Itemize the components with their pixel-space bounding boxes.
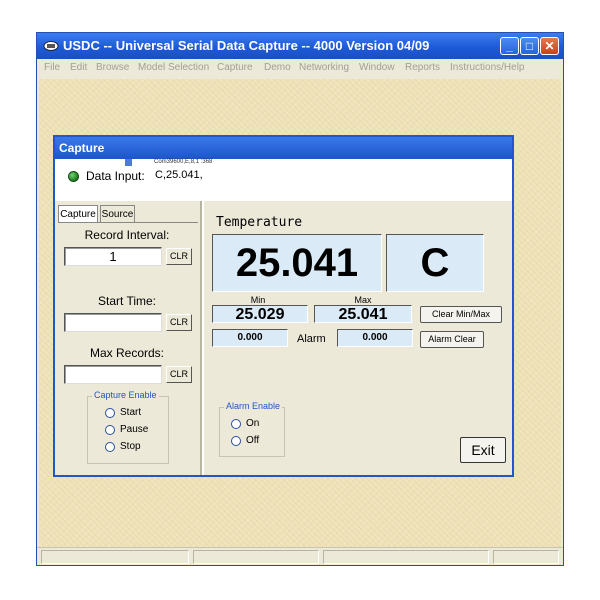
alarm-enable-group: Alarm Enable On Off bbox=[219, 401, 285, 457]
clear-min-max-button[interactable]: Clear Min/Max bbox=[420, 306, 502, 323]
radio-pause[interactable] bbox=[105, 425, 115, 435]
menu-instructions-help[interactable]: Instructions/Help bbox=[450, 62, 524, 73]
radio-alarm-off-label: Off bbox=[246, 435, 260, 446]
client-area: Capture Com39600,E,8,1 :368 Data Input: … bbox=[39, 79, 561, 547]
menu-browse[interactable]: Browse bbox=[96, 62, 129, 73]
radio-alarm-on[interactable] bbox=[231, 419, 241, 429]
menu-model-selection[interactable]: Model Selection bbox=[138, 62, 209, 73]
min-label: Min bbox=[250, 295, 266, 305]
alarm-clear-button[interactable]: Alarm Clear bbox=[420, 331, 484, 348]
data-input-value: C,25.041, bbox=[155, 169, 203, 181]
title-bar[interactable]: USDC -- Universal Serial Data Capture --… bbox=[37, 33, 563, 59]
menu-edit[interactable]: Edit bbox=[70, 62, 87, 73]
data-input-label: Data Input: bbox=[86, 169, 145, 183]
current-value-display: 25.041 bbox=[212, 234, 382, 292]
port-indicator-icon bbox=[125, 159, 132, 166]
capture-enable-title: Capture Enable bbox=[92, 390, 159, 400]
alarm-high-value[interactable]: 0.000 bbox=[337, 329, 413, 347]
main-window: USDC -- Universal Serial Data Capture --… bbox=[36, 32, 564, 566]
tab-source[interactable]: Source bbox=[100, 205, 135, 223]
tab-capture[interactable]: Capture bbox=[58, 205, 98, 223]
max-label: Max bbox=[354, 295, 372, 305]
status-bar bbox=[37, 547, 563, 565]
radio-start-label: Start bbox=[120, 407, 142, 418]
alarm-low-value[interactable]: 0.000 bbox=[212, 329, 288, 347]
max-records-label: Max Records: bbox=[89, 346, 165, 360]
menu-bar: File Edit Browse Model Selection Capture… bbox=[37, 59, 563, 79]
start-time-input[interactable] bbox=[64, 313, 162, 332]
exit-button[interactable]: Exit bbox=[460, 437, 506, 463]
status-panel-4 bbox=[493, 550, 559, 564]
radio-alarm-on-label: On bbox=[246, 418, 260, 429]
start-time-label: Start Time: bbox=[97, 294, 156, 308]
capture-window-body: Com39600,E,8,1 :368 Data Input: C,25.041… bbox=[55, 159, 512, 475]
radio-stop[interactable] bbox=[105, 442, 115, 452]
radio-stop-label: Stop bbox=[120, 441, 141, 452]
readout-panel: Temperature 25.041 C Min Max 25.029 25.0… bbox=[204, 201, 512, 475]
record-interval-label: Record Interval: bbox=[84, 228, 170, 242]
radio-alarm-off[interactable] bbox=[231, 436, 241, 446]
menu-file[interactable]: File bbox=[44, 62, 60, 73]
minimize-button[interactable]: _ bbox=[500, 37, 519, 55]
menu-demo[interactable]: Demo bbox=[264, 62, 291, 73]
window-title: USDC -- Universal Serial Data Capture --… bbox=[63, 38, 430, 53]
tab-divider bbox=[58, 222, 198, 223]
max-records-clr-button[interactable]: CLR bbox=[166, 366, 192, 383]
raw-input-text: Com39600,E,8,1 :368 bbox=[154, 159, 213, 165]
close-button[interactable]: ✕ bbox=[540, 37, 559, 55]
capture-enable-group: Capture Enable Start Pause Stop bbox=[87, 390, 169, 464]
menu-window[interactable]: Window bbox=[359, 62, 395, 73]
status-panel-2 bbox=[193, 550, 319, 564]
max-value: 25.041 bbox=[314, 305, 412, 323]
menu-capture[interactable]: Capture bbox=[217, 62, 253, 73]
status-panel-1 bbox=[41, 550, 189, 564]
menu-reports[interactable]: Reports bbox=[405, 62, 440, 73]
record-interval-input[interactable]: 1 bbox=[64, 247, 162, 266]
capture-window: Capture Com39600,E,8,1 :368 Data Input: … bbox=[53, 135, 514, 477]
record-interval-clr-button[interactable]: CLR bbox=[166, 248, 192, 265]
max-records-input[interactable] bbox=[64, 365, 162, 384]
unit-display: C bbox=[386, 234, 484, 292]
min-value: 25.029 bbox=[212, 305, 308, 323]
settings-panel: Capture Source Record Interval: 1 CLR St… bbox=[55, 201, 202, 475]
menu-networking[interactable]: Networking bbox=[299, 62, 349, 73]
data-input-led-icon bbox=[68, 171, 79, 182]
radio-start[interactable] bbox=[105, 408, 115, 418]
app-icon bbox=[43, 41, 59, 51]
maximize-button[interactable]: □ bbox=[520, 37, 539, 55]
measurement-name: Temperature bbox=[216, 215, 303, 230]
capture-window-title[interactable]: Capture bbox=[55, 137, 512, 159]
status-panel-3 bbox=[323, 550, 489, 564]
alarm-label: Alarm bbox=[297, 333, 326, 345]
start-time-clr-button[interactable]: CLR bbox=[166, 314, 192, 331]
alarm-enable-title: Alarm Enable bbox=[224, 401, 283, 411]
radio-pause-label: Pause bbox=[120, 424, 149, 435]
